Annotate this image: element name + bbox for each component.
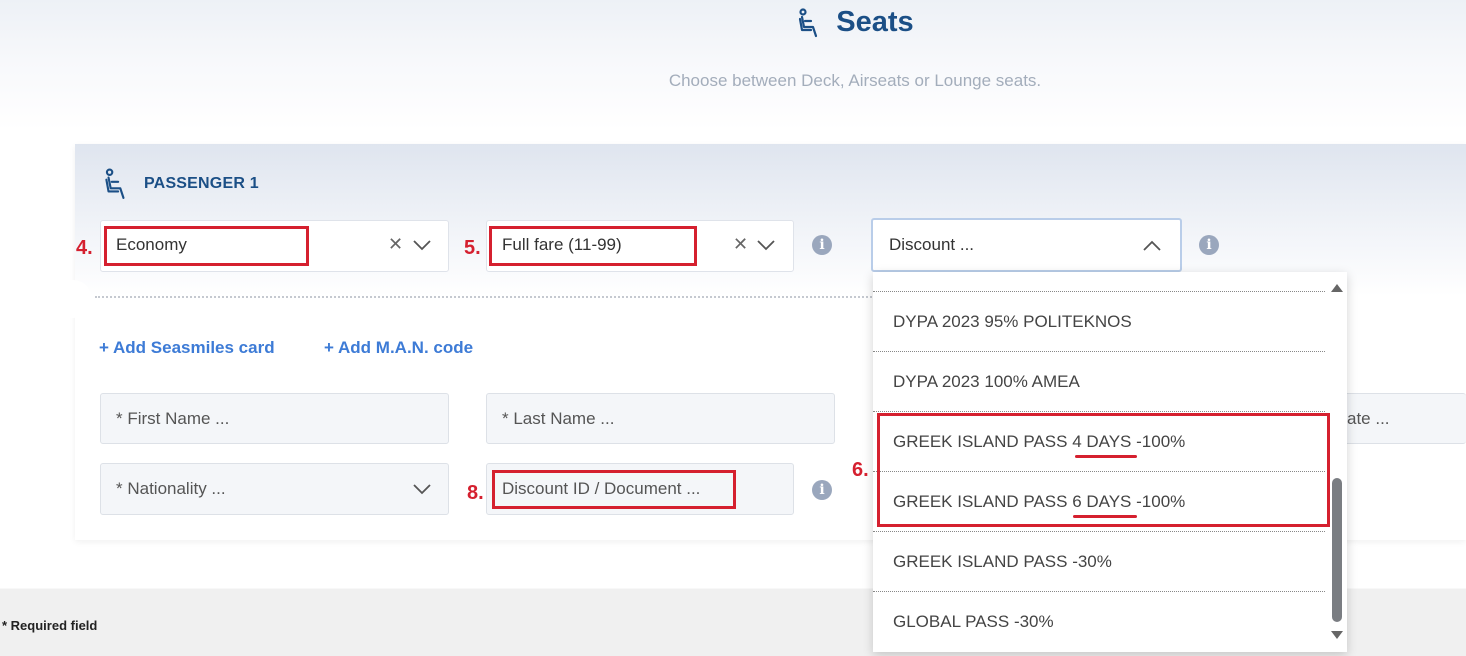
first-name-field[interactable]: * First Name ...	[100, 393, 449, 444]
seat-icon	[799, 7, 818, 37]
chevron-down-icon[interactable]	[757, 239, 775, 251]
annotation-box-pass-options	[877, 413, 1330, 527]
add-man-code-link[interactable]: + Add M.A.N. code	[324, 338, 473, 358]
discount-select-placeholder: Discount ...	[889, 235, 975, 254]
annotation-marker-8: 8.	[467, 482, 484, 504]
nationality-select[interactable]: * Nationality ...	[100, 463, 449, 515]
chevron-down-icon[interactable]	[413, 239, 431, 251]
annotation-marker-4: 4.	[76, 237, 93, 259]
add-seasmiles-card-link[interactable]: + Add Seasmiles card	[99, 338, 275, 358]
annotation-box-fare	[489, 226, 697, 266]
clear-icon[interactable]: ✕	[733, 234, 748, 255]
scroll-down-arrow-icon[interactable]	[1331, 631, 1343, 640]
dropdown-option[interactable]: DYPA 2023 95% POLITEKNOS	[873, 292, 1325, 352]
annotation-box-discount-id	[492, 470, 736, 509]
last-name-placeholder: * Last Name ...	[502, 409, 615, 428]
annotation-underline-4-days	[1075, 455, 1137, 458]
passenger-label: PASSENGER 1	[144, 175, 259, 192]
clear-icon[interactable]: ✕	[388, 234, 403, 255]
page-title: Seats	[0, 6, 1466, 39]
dropdown-option[interactable]: DYPA 2023 100% AMEA	[873, 352, 1325, 412]
page-title-text: Seats	[836, 6, 914, 38]
first-name-placeholder: * First Name ...	[116, 409, 230, 428]
page-subtitle: Choose between Deck, Airseats or Lounge …	[668, 71, 1042, 90]
divider-notch	[54, 280, 92, 318]
last-name-field[interactable]: * Last Name ...	[486, 393, 835, 444]
scroll-up-arrow-icon[interactable]	[1331, 283, 1343, 292]
info-icon[interactable]: i	[812, 480, 832, 500]
section-divider	[95, 296, 875, 298]
dropdown-option[interactable]: GLOBAL PASS -30%	[873, 592, 1325, 652]
chevron-down-icon[interactable]	[413, 483, 431, 495]
nationality-placeholder: * Nationality ...	[116, 479, 226, 498]
info-icon[interactable]: i	[812, 235, 832, 255]
dropdown-option[interactable]: GREEK ISLAND PASS -30%	[873, 532, 1325, 592]
dropdown-option-previous[interactable]	[873, 272, 1325, 292]
discount-select[interactable]: Discount ...	[871, 218, 1182, 272]
chevron-up-icon[interactable]	[1143, 240, 1161, 252]
annotation-marker-5: 5.	[464, 237, 481, 259]
passenger-seat-icon	[105, 168, 125, 199]
dropdown-scrollbar-thumb[interactable]	[1332, 478, 1342, 622]
annotation-box-class	[104, 226, 309, 266]
required-field-note: * Required field	[2, 618, 98, 633]
birthdate-placeholder: ate ...	[1347, 409, 1390, 428]
annotation-underline-6-days	[1073, 515, 1137, 518]
annotation-marker-6: 6.	[852, 459, 869, 481]
info-icon[interactable]: i	[1199, 235, 1219, 255]
